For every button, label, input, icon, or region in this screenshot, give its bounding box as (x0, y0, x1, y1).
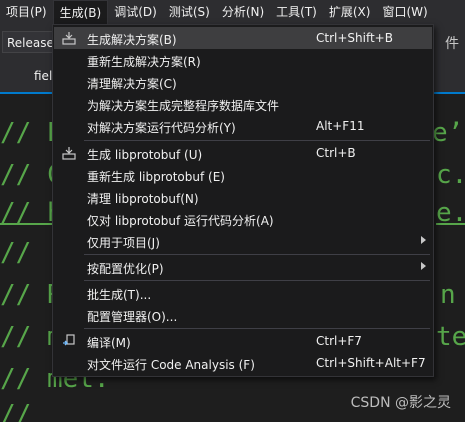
menu-item-shortcut: Ctrl+Shift+B (316, 31, 393, 45)
menu-item-label: 仅对 libprotobuf 运行代码分析(A) (87, 214, 274, 228)
menu-item-label: 重新生成 libprotobuf (E) (87, 170, 225, 184)
menu-item-run-code-analysis-file[interactable]: 对文件运行 Code Analysis (F) Ctrl+Shift+Alt+F… (54, 352, 432, 374)
menu-separator (84, 280, 430, 281)
compile-icon (63, 334, 75, 346)
build-icon (62, 147, 76, 160)
configuration-dropdown[interactable]: Release (2, 31, 54, 53)
menu-item-generate-pdb[interactable]: 为解决方案生成完整程序数据库文件 (54, 93, 432, 115)
menu-item-profile-guided-optimization[interactable]: 按配置优化(P) (54, 256, 432, 278)
menu-item-shortcut: Alt+F11 (316, 119, 365, 133)
menu-item-label: 仅用于项目(J) (87, 236, 160, 250)
menu-item-label: 对解决方案运行代码分析(Y) (87, 121, 236, 135)
menu-separator (84, 140, 430, 141)
menu-item-label: 生成 libprotobuf (U) (87, 148, 203, 162)
menu-item-compile[interactable]: 编译(M) Ctrl+F7 (54, 330, 432, 352)
menu-item-label: 生成解决方案(B) (87, 33, 177, 47)
menu-item-run-code-analysis-project[interactable]: 仅对 libprotobuf 运行代码分析(A) (54, 208, 432, 230)
menu-debug[interactable]: 调试(D) (108, 0, 163, 25)
menu-separator (84, 328, 430, 329)
code-fragment: e. (436, 198, 465, 228)
watermark: CSDN @影之灵 (350, 395, 451, 411)
document-tab[interactable]: fiel (34, 69, 52, 83)
menu-item-rebuild-solution[interactable]: 重新生成解决方案(R) (54, 49, 432, 71)
menu-item-clean-project[interactable]: 清理 libprotobuf(N) (54, 186, 432, 208)
menu-item-shortcut: Ctrl+F7 (316, 334, 362, 348)
menu-tools[interactable]: 工具(T) (270, 0, 323, 25)
menu-item-label: 对文件运行 Code Analysis (F) (87, 358, 255, 372)
toolbar-partial-text: 件 (445, 36, 459, 52)
menu-item-build-solution[interactable]: 生成解决方案(B) Ctrl+Shift+B (54, 27, 432, 49)
menu-bar: 项目(P) 生成(B) 调试(D) 测试(S) 分析(N) 工具(T) 扩展(X… (0, 0, 465, 26)
menu-item-run-code-analysis-solution[interactable]: 对解决方案运行代码分析(Y) Alt+F11 (54, 115, 432, 137)
menu-item-label: 为解决方案生成完整程序数据库文件 (87, 99, 280, 113)
menu-item-label: 配置管理器(O)... (87, 310, 178, 324)
code-fragment: n (440, 280, 456, 310)
code-line: // (0, 400, 32, 422)
menu-window[interactable]: 窗口(W) (376, 0, 433, 25)
menu-item-label: 清理 libprotobuf(N) (87, 192, 199, 206)
menu-item-clean-solution[interactable]: 清理解决方案(C) (54, 71, 432, 93)
code-fragment: c. (436, 160, 465, 190)
code-fragment: e’ (432, 118, 464, 148)
menu-item-batch-build[interactable]: 批生成(T)... (54, 282, 432, 304)
submenu-arrow-icon (421, 236, 426, 244)
menu-item-shortcut: Ctrl+Shift+Alt+F7 (316, 356, 426, 370)
menu-analyze[interactable]: 分析(N) (216, 0, 270, 25)
menu-item-build-project[interactable]: 生成 libprotobuf (U) Ctrl+B (54, 142, 432, 164)
menu-item-label: 批生成(T)... (87, 288, 152, 302)
build-dropdown-menu: 生成解决方案(B) Ctrl+Shift+B 重新生成解决方案(R) 清理解决方… (52, 24, 434, 377)
menu-project[interactable]: 项目(P) (0, 0, 53, 25)
menu-item-label: 按配置优化(P) (87, 262, 164, 276)
menu-build[interactable]: 生成(B) (52, 0, 109, 26)
menu-item-label: 重新生成解决方案(R) (87, 55, 201, 69)
menu-extensions[interactable]: 扩展(X) (323, 0, 377, 25)
code-fragment: te (436, 322, 465, 352)
menu-item-configuration-manager[interactable]: 配置管理器(O)... (54, 304, 432, 326)
menu-item-label: 编译(M) (87, 336, 131, 350)
menu-test[interactable]: 测试(S) (163, 0, 216, 25)
menu-item-shortcut: Ctrl+B (316, 146, 356, 160)
menu-item-project-only[interactable]: 仅用于项目(J) (54, 230, 432, 252)
code-line: // (0, 238, 32, 268)
submenu-arrow-icon (421, 262, 426, 270)
menu-item-label: 清理解决方案(C) (87, 77, 177, 91)
build-icon (62, 32, 76, 45)
menu-item-rebuild-project[interactable]: 重新生成 libprotobuf (E) (54, 164, 432, 186)
menu-separator (84, 254, 430, 255)
